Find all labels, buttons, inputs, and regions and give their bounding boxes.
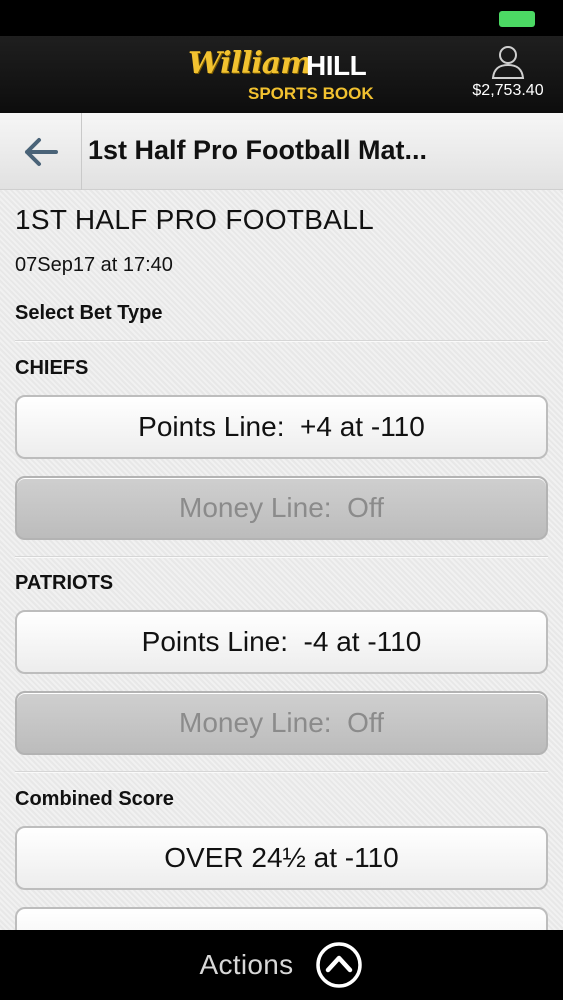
status-bar — [0, 0, 563, 36]
event-date: 07Sep17 at 17:40 — [15, 254, 173, 276]
chiefs-points-line-button[interactable]: Points Line: +4 at -110 — [15, 395, 548, 459]
battery-icon — [499, 11, 535, 27]
patriots-money-line-button: Money Line: Off — [15, 691, 548, 755]
patriots-label: PATRIOTS — [15, 572, 114, 594]
logo-sportsbook-text: SPORTS BOOK — [248, 84, 374, 103]
logo-script-text: William — [188, 46, 312, 81]
divider — [15, 340, 548, 342]
patriots-points-line-button[interactable]: Points Line: -4 at -110 — [15, 610, 548, 674]
navigation-bar: 1st Half Pro Football Mat... — [0, 113, 563, 190]
logo-hill-text: HILL — [306, 50, 367, 81]
chevron-up-circle-icon[interactable] — [315, 941, 363, 989]
divider — [15, 771, 548, 773]
select-bet-type-label: Select Bet Type — [15, 302, 163, 324]
divider — [15, 556, 548, 558]
event-title: 1ST HALF PRO FOOTBALL — [15, 204, 374, 235]
actions-bar[interactable]: Actions — [0, 930, 563, 1000]
combined-score-label: Combined Score — [15, 788, 174, 810]
page-title: 1st Half Pro Football Mat... — [88, 135, 428, 165]
actions-label: Actions — [199, 949, 294, 980]
account-button[interactable]: $2,753.40 — [463, 44, 553, 106]
chiefs-money-line-button: Money Line: Off — [15, 476, 548, 540]
brand-header: William HILL SPORTS BOOK $2,753.40 — [0, 36, 563, 113]
combined-over-button[interactable]: OVER 24½ at -110 — [15, 826, 548, 890]
back-arrow-icon — [24, 137, 58, 166]
bet-content[interactable]: 1ST HALF PRO FOOTBALL 07Sep17 at 17:40 S… — [0, 190, 563, 930]
account-balance: $2,753.40 — [472, 82, 544, 99]
combined-under-button[interactable] — [15, 907, 548, 930]
william-hill-logo: William HILL SPORTS BOOK — [188, 46, 378, 106]
user-icon — [491, 46, 525, 79]
chiefs-label: CHIEFS — [15, 357, 89, 379]
back-button[interactable] — [0, 113, 82, 190]
